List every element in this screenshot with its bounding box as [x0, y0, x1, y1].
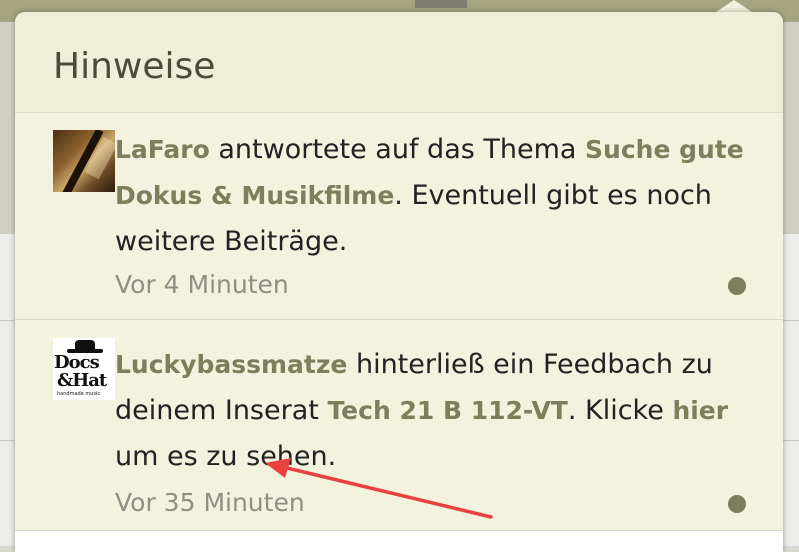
notification-time: Vor 35 Minuten: [115, 488, 305, 517]
here-link[interactable]: hier: [672, 396, 728, 425]
user-link[interactable]: Luckybassmatze: [115, 350, 347, 379]
unread-dot-icon[interactable]: [728, 495, 746, 513]
notification-text: LaFaro antwortete auf das Thema Suche gu…: [115, 127, 755, 265]
notification-text-part: antwortete auf das Thema: [209, 134, 586, 165]
logo-tagline: handmade music: [57, 391, 101, 397]
user-avatar[interactable]: [53, 130, 115, 192]
popover-header: Hinweise: [15, 12, 783, 113]
background-bar-block: [415, 0, 467, 8]
notifications-popover: Hinweise LaFaro antwortete auf das Thema…: [15, 12, 783, 552]
user-avatar[interactable]: Docs &Hat handmade music: [53, 338, 115, 400]
notification-item[interactable]: Docs &Hat handmade music Luckybassmatze …: [15, 320, 783, 531]
user-link[interactable]: LaFaro: [115, 135, 210, 164]
popover-footer: [15, 531, 783, 552]
listing-link[interactable]: Tech 21 B 112-VT: [327, 396, 567, 425]
notification-text-part: um es zu sehen.: [115, 441, 337, 472]
unread-dot-icon[interactable]: [728, 277, 746, 295]
notification-item[interactable]: LaFaro antwortete auf das Thema Suche gu…: [15, 113, 783, 320]
notification-text-part: . Klicke: [567, 395, 673, 426]
popover-caret: [716, 0, 752, 12]
notification-time: Vor 4 Minuten: [115, 270, 289, 299]
logo-text: &Hat: [57, 370, 107, 391]
notification-text: Luckybassmatze hinterließ ein Feedbach z…: [115, 342, 755, 480]
popover-title: Hinweise: [53, 46, 216, 87]
